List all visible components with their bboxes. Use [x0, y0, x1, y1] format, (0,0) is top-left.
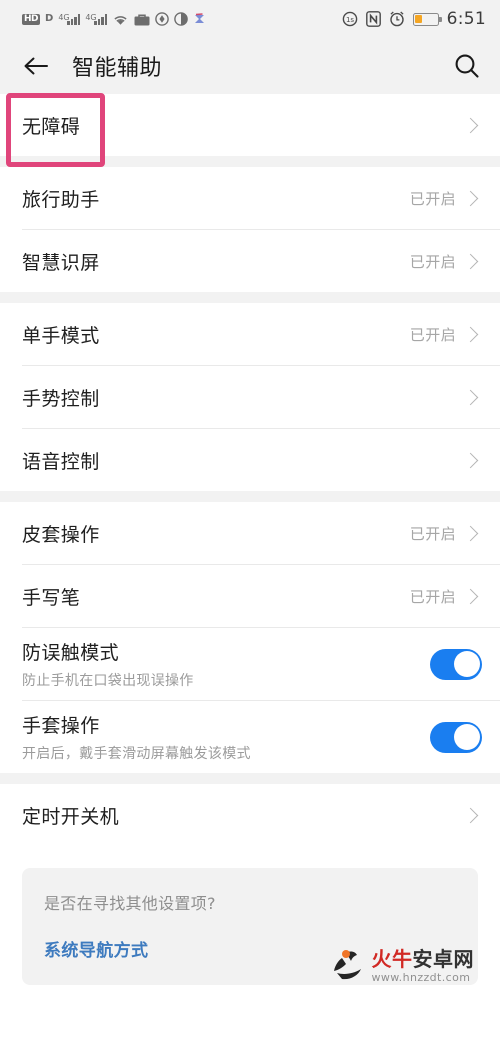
settings-row[interactable]: 防误触模式防止手机在口袋出现误操作: [0, 628, 500, 700]
row-labels: 无障碍: [22, 112, 465, 139]
row-subtitle: 防止手机在口袋出现误操作: [22, 673, 194, 689]
settings-row[interactable]: 无障碍: [0, 94, 500, 156]
suggestion-card: 是否在寻找其他设置项? 系统导航方式 火牛安卓网 www.hnzzdt.com: [22, 868, 478, 985]
settings-row[interactable]: 定时开关机: [0, 784, 500, 846]
footer-area: 是否在寻找其他设置项? 系统导航方式 火牛安卓网 www.hnzzdt.com: [0, 846, 500, 985]
row-toggle-switch[interactable]: [430, 648, 482, 680]
row-label: 旅行助手: [22, 188, 100, 211]
alarm-icon: [389, 11, 405, 27]
group-separator: [0, 773, 500, 784]
settings-list: 无障碍 旅行助手 已开启 智慧识屏 已开启 单手模式 已开启 手势控制 语音控制 皮套操作 已开启手…: [0, 94, 500, 846]
app-indicator-icon: [193, 12, 207, 26]
row-label: 手套操作: [22, 715, 100, 737]
settings-row[interactable]: 手写笔 已开启: [0, 565, 500, 627]
row-status-value: 已开启: [409, 252, 456, 271]
row-label: 手势控制: [22, 387, 100, 410]
page-title: 智能辅助: [72, 56, 163, 81]
nfc-icon: [365, 11, 381, 27]
signal-4g-2-icon: 4G: [85, 12, 108, 25]
row-label: 皮套操作: [22, 523, 100, 546]
watermark-brand-red: 火牛: [371, 947, 413, 971]
settings-row[interactable]: 智慧识屏 已开启: [0, 230, 500, 292]
settings-row[interactable]: 手套操作开启后，戴手套滑动屏幕触发该模式: [0, 701, 500, 773]
row-labels: 单手模式: [22, 321, 410, 348]
chevron-right-icon: [462, 253, 479, 269]
chevron-right-icon: [462, 326, 479, 342]
screen-recorder-icon: 1s: [342, 11, 358, 27]
row-status-value: 已开启: [409, 189, 456, 208]
chevron-right-icon: [462, 452, 479, 468]
settings-row[interactable]: 皮套操作 已开启: [0, 502, 500, 564]
status-bar-right-icons: 1s 6:51: [342, 9, 486, 29]
row-toggle-switch[interactable]: [430, 721, 482, 753]
svg-text:1s: 1s: [346, 16, 354, 24]
briefcase-work-mode-icon: [134, 13, 150, 26]
dual-sim-d-icon: D: [45, 13, 54, 24]
settings-row[interactable]: 语音控制: [0, 429, 500, 491]
settings-row[interactable]: 单手模式 已开启: [0, 303, 500, 365]
row-label: 语音控制: [22, 450, 100, 473]
site-watermark: 火牛安卓网 www.hnzzdt.com: [329, 941, 475, 983]
watermark-url: www.hnzzdt.com: [371, 971, 471, 984]
toggle-knob: [453, 651, 480, 677]
status-bar: HD D 4G 4G 1s 6:51: [0, 0, 500, 38]
battery-icon: [412, 12, 442, 26]
row-status-value: 已开启: [409, 524, 456, 543]
row-labels: 皮套操作: [22, 520, 410, 547]
suggestion-question: 是否在寻找其他设置项?: [44, 894, 216, 913]
watermark-text: 火牛安卓网 www.hnzzdt.com: [372, 949, 475, 983]
chevron-right-icon: [462, 117, 479, 133]
app-bar: 智能辅助: [0, 38, 500, 94]
back-arrow-icon[interactable]: [22, 54, 50, 78]
network-type-label-1: 4G: [58, 12, 70, 22]
settings-row[interactable]: 手势控制: [0, 366, 500, 428]
chevron-right-icon: [462, 588, 479, 604]
row-labels: 智慧识屏: [22, 248, 410, 275]
row-labels: 定时开关机: [22, 802, 465, 829]
data-saver-icon: [155, 12, 170, 26]
watermark-brand: 火牛安卓网: [372, 949, 475, 969]
watermark-logo-icon: [329, 941, 369, 983]
watermark-brand-dark: 安卓网: [412, 947, 474, 971]
row-labels: 手势控制: [22, 384, 465, 411]
chevron-right-icon: [462, 525, 479, 541]
phone-screen: HD D 4G 4G 1s 6:51 智能辅助 无障碍 旅行助手 已开启 智慧识…: [0, 0, 500, 1039]
chevron-right-icon: [462, 807, 479, 823]
group-separator: [0, 292, 500, 303]
settings-row[interactable]: 旅行助手 已开启: [0, 167, 500, 229]
wifi-icon: [112, 13, 129, 26]
row-label: 智慧识屏: [22, 251, 100, 274]
network-type-label-2: 4G: [85, 12, 97, 22]
row-status-value: 已开启: [409, 587, 456, 606]
chevron-right-icon: [462, 190, 479, 206]
row-label: 防误触模式: [22, 642, 120, 664]
row-status-value: 已开启: [409, 325, 456, 344]
row-labels: 手写笔: [22, 583, 410, 610]
signal-4g-1-icon: 4G: [58, 12, 81, 25]
search-icon[interactable]: [452, 51, 482, 81]
chevron-right-icon: [462, 389, 479, 405]
group-separator: [0, 156, 500, 167]
hd-voice-icon: HD: [22, 13, 41, 25]
row-labels: 手套操作开启后，戴手套滑动屏幕触发该模式: [22, 711, 430, 763]
row-labels: 旅行助手: [22, 185, 410, 212]
row-label: 手写笔: [22, 586, 81, 609]
do-not-disturb-icon: [174, 12, 189, 26]
row-label: 定时开关机: [22, 805, 120, 828]
row-subtitle: 开启后，戴手套滑动屏幕触发该模式: [22, 746, 251, 762]
row-labels: 防误触模式防止手机在口袋出现误操作: [22, 638, 430, 690]
group-separator: [0, 491, 500, 502]
status-bar-left-icons: HD D 4G 4G: [22, 12, 207, 26]
status-bar-clock: 6:51: [446, 9, 486, 29]
row-label: 单手模式: [22, 324, 100, 347]
row-labels: 语音控制: [22, 447, 465, 474]
toggle-knob: [453, 724, 480, 750]
row-label: 无障碍: [22, 115, 81, 138]
